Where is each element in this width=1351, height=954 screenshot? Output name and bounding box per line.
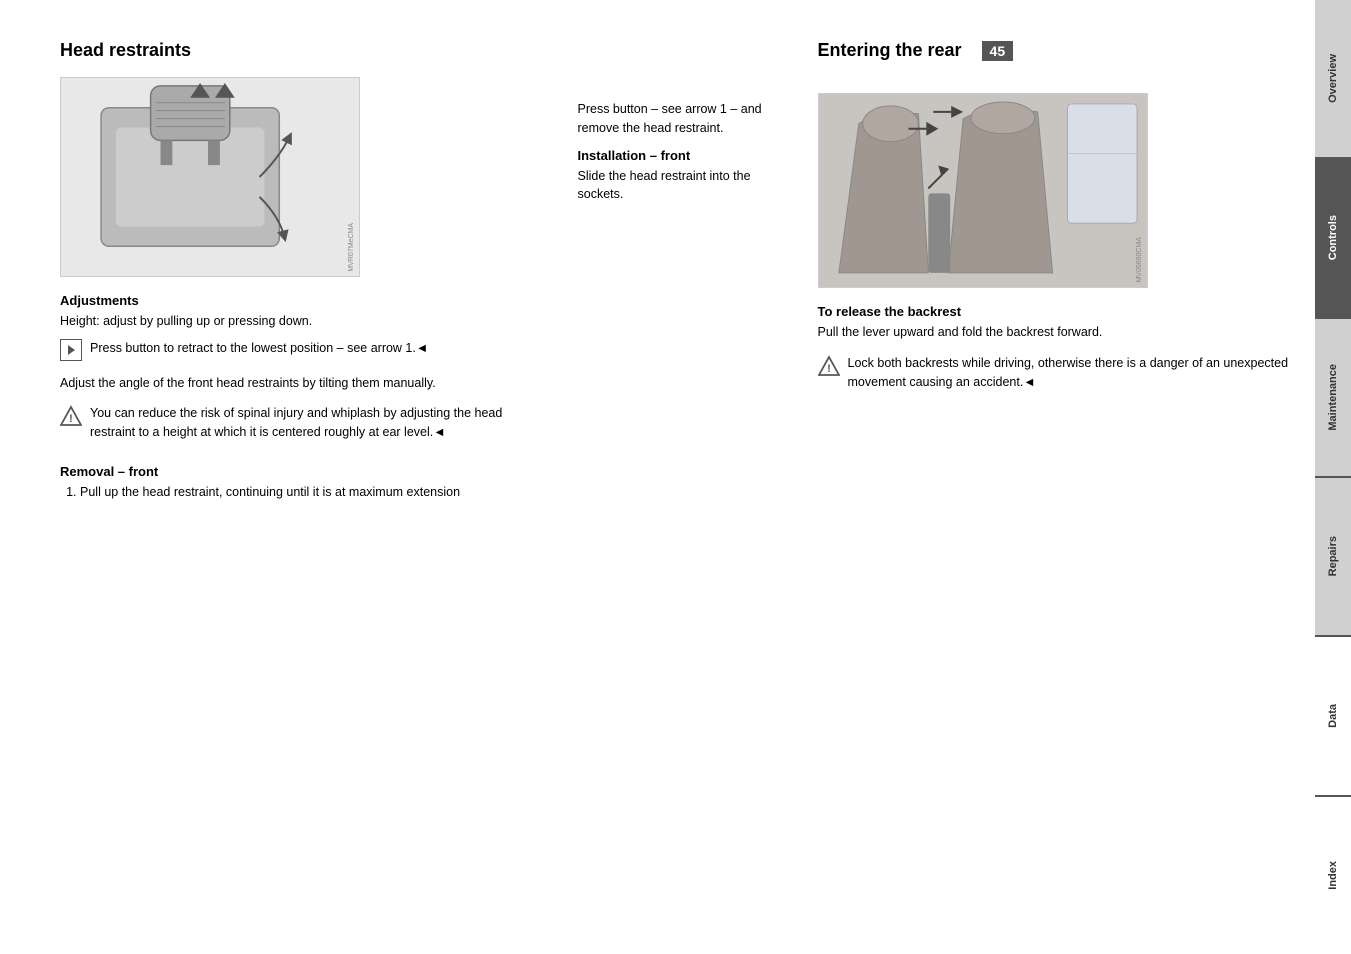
sidebar: Overview Controls Maintenance Repairs Da… xyxy=(1315,0,1351,954)
sidebar-label-overview: Overview xyxy=(1327,54,1339,103)
warning-text-left: You can reduce the risk of spinal injury… xyxy=(90,404,538,442)
play-note-text: Press button to retract to the lowest po… xyxy=(90,339,428,358)
adjustments-text2: Adjust the angle of the front head restr… xyxy=(60,374,538,393)
sidebar-item-data[interactable]: Data xyxy=(1315,637,1351,794)
svg-text:!: ! xyxy=(827,363,831,375)
sidebar-label-repairs: Repairs xyxy=(1327,536,1339,576)
left-section: Head restraints xyxy=(60,40,538,934)
right-title: Entering the rear xyxy=(818,40,962,61)
release-text: Pull the lever upward and fold the backr… xyxy=(818,323,1296,342)
sidebar-label-index: Index xyxy=(1327,861,1339,890)
removal-heading: Removal – front xyxy=(60,464,538,479)
adjustments-text: Height: adjust by pulling up or pressing… xyxy=(60,312,538,331)
sidebar-label-data: Data xyxy=(1327,704,1339,728)
left-title: Head restraints xyxy=(60,40,538,61)
warning-box-right: ! Lock both backrests while driving, oth… xyxy=(818,350,1296,404)
removal-list: Pull up the head restraint, continuing u… xyxy=(60,483,538,502)
installation-heading: Installation – front xyxy=(578,148,778,163)
warning-icon-right: ! xyxy=(818,355,840,377)
installation-text: Slide the head restraint into the socket… xyxy=(578,167,778,205)
warning-icon-left: ! xyxy=(60,405,82,427)
right-section: Entering the rear 45 xyxy=(818,40,1296,934)
step2-section: Press button – see arrow 1 – and remove … xyxy=(578,40,778,934)
right-header: Entering the rear 45 xyxy=(818,40,1296,77)
press-button-label: Press button – see arrow 1 – and remove … xyxy=(578,102,762,135)
sidebar-item-controls[interactable]: Controls xyxy=(1315,159,1351,316)
sidebar-item-maintenance[interactable]: Maintenance xyxy=(1315,319,1351,476)
warning-box-left: ! You can reduce the risk of spinal inju… xyxy=(60,400,538,454)
left-watermark: MVR07MeCMA xyxy=(348,223,355,272)
right-watermark: MV05690CMA xyxy=(1136,237,1143,283)
left-illustration: MVR07MeCMA xyxy=(60,77,360,277)
sidebar-label-controls: Controls xyxy=(1327,215,1339,260)
play-note-box: Press button to retract to the lowest po… xyxy=(60,339,538,366)
page-number: 45 xyxy=(982,41,1014,61)
warning-text-right: Lock both backrests while driving, other… xyxy=(848,354,1296,392)
sidebar-label-maintenance: Maintenance xyxy=(1327,364,1339,431)
play-icon xyxy=(60,339,82,361)
press-button-text: Press button – see arrow 1 – and remove … xyxy=(578,100,778,138)
right-illustration: MV05690CMA xyxy=(818,93,1148,288)
removal-item1: Pull up the head restraint, continuing u… xyxy=(80,483,538,502)
sidebar-item-repairs[interactable]: Repairs xyxy=(1315,478,1351,635)
adjustments-heading: Adjustments xyxy=(60,293,538,308)
sidebar-item-index[interactable]: Index xyxy=(1315,797,1351,954)
sidebar-item-overview[interactable]: Overview xyxy=(1315,0,1351,157)
svg-text:!: ! xyxy=(69,413,73,425)
release-heading: To release the backrest xyxy=(818,304,1296,319)
